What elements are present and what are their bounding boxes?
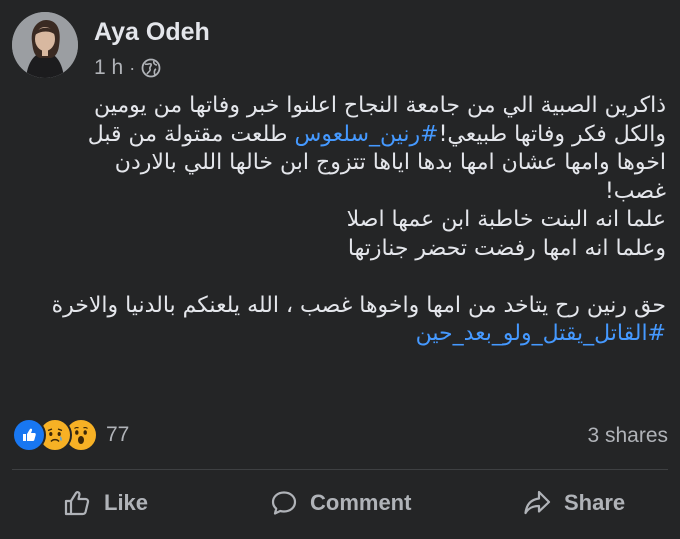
share-button[interactable]: Share [522,478,625,528]
post-text-line: ذاكرين الصبية الي من جامعة النجاح اعلنوا… [93,93,666,118]
post-text: ذاكرين الصبية الي من جامعة النجاح اعلنوا… [10,92,666,349]
share-label: Share [564,490,626,515]
like-label: Like [104,490,149,515]
reaction-count[interactable]: 77 [106,423,129,447]
comment-button[interactable]: Comment [270,478,411,528]
post-text-line: اخوها وامها عشان امها بدها اياها تتزوج ا… [114,150,666,175]
post-text-line: علما انه البنت خاطبة ابن عمها اصلا [346,207,666,232]
hashtag-link[interactable]: #رنين_سلعوس [294,122,438,147]
comment-icon [270,489,298,517]
meta-separator: · [129,57,136,78]
post-action-bar: Like Comment Share [0,478,680,528]
post-time[interactable]: 1 h [94,56,123,80]
reactions-summary[interactable]: 77 [12,418,129,452]
globe-icon[interactable] [141,58,161,78]
post-text-segment: طلعت مقتولة من قبل [87,121,288,147]
post-text-line: وعلما انه امها رفضت تحضر جنازتها [347,235,666,261]
comment-label: Comment [310,490,412,515]
divider [12,469,668,470]
post-text-line: حق رنين رح يتاخد من امها واخوها غصب ، ال… [51,292,666,318]
facebook-post: Aya Odeh 1 h · ذاكرين الصبية الي من جامع… [0,0,680,539]
like-icon [12,418,46,452]
shares-count[interactable]: 3 shares [587,424,668,448]
author-name[interactable]: Aya Odeh [94,18,210,47]
share-icon [522,488,552,518]
like-button[interactable]: Like [62,478,148,528]
avatar[interactable] [12,12,78,78]
post-text-line: غصب! [604,178,666,204]
post-text-segment: والكل فكر وفاتها طبيعي! [438,121,666,147]
hashtag-link[interactable]: #القاتل_يقتل_ولو_بعد_حين [10,320,666,349]
thumbs-up-icon [62,488,92,518]
post-text-line: والكل فكر وفاتها طبيعي!#رنين_سلعوس طلعت … [10,121,666,150]
post-meta: 1 h · [94,56,161,80]
